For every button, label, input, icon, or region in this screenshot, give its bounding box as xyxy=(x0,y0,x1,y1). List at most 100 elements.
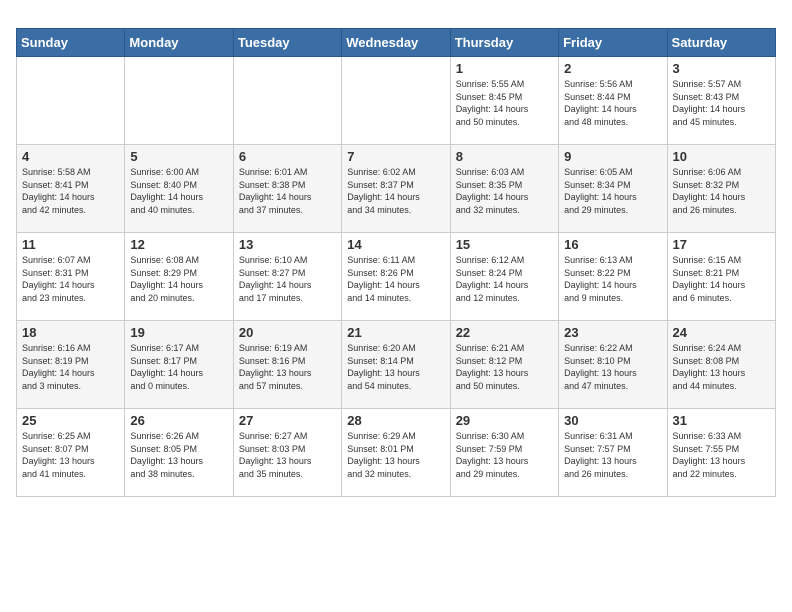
day-detail: Sunrise: 6:00 AM Sunset: 8:40 PM Dayligh… xyxy=(130,166,227,216)
calendar-cell: 3 Sunrise: 5:57 AM Sunset: 8:43 PM Daylig… xyxy=(667,57,775,145)
day-detail: Sunrise: 6:29 AM Sunset: 8:01 PM Dayligh… xyxy=(347,430,444,480)
day-number: 18 xyxy=(22,325,119,340)
calendar-cell: 24 Sunrise: 6:24 AM Sunset: 8:08 PM Dayli… xyxy=(667,321,775,409)
calendar-cell: 16 Sunrise: 6:13 AM Sunset: 8:22 PM Dayli… xyxy=(559,233,667,321)
calendar-cell: 12Sunrise: 6:08 AM Sunset: 8:29 PM Dayli… xyxy=(125,233,233,321)
day-detail: Sunrise: 6:03 AM Sunset: 8:35 PM Dayligh… xyxy=(456,166,553,216)
calendar-cell: 2 Sunrise: 5:56 AM Sunset: 8:44 PM Daylig… xyxy=(559,57,667,145)
day-detail: Sunrise: 6:07 AM Sunset: 8:31 PM Dayligh… xyxy=(22,254,119,304)
day-number: 9 xyxy=(564,149,661,164)
day-detail: Sunrise: 6:22 AM Sunset: 8:10 PM Dayligh… xyxy=(564,342,661,392)
calendar-week-row: 18 Sunrise: 6:16 AM Sunset: 8:19 PM Dayli… xyxy=(17,321,776,409)
day-number: 27 xyxy=(239,413,336,428)
day-detail: Sunrise: 6:10 AM Sunset: 8:27 PM Dayligh… xyxy=(239,254,336,304)
day-detail: Sunrise: 6:11 AM Sunset: 8:26 PM Dayligh… xyxy=(347,254,444,304)
day-detail: Sunrise: 6:12 AM Sunset: 8:24 PM Dayligh… xyxy=(456,254,553,304)
calendar-cell: 18 Sunrise: 6:16 AM Sunset: 8:19 PM Dayli… xyxy=(17,321,125,409)
calendar-cell: 20 Sunrise: 6:19 AM Sunset: 8:16 PM Dayli… xyxy=(233,321,341,409)
day-number: 20 xyxy=(239,325,336,340)
day-detail: Sunrise: 6:17 AM Sunset: 8:17 PM Dayligh… xyxy=(130,342,227,392)
weekday-header-saturday: Saturday xyxy=(667,29,775,57)
day-detail: Sunrise: 6:33 AM Sunset: 7:55 PM Dayligh… xyxy=(673,430,770,480)
day-detail: Sunrise: 6:15 AM Sunset: 8:21 PM Dayligh… xyxy=(673,254,770,304)
calendar-cell: 22 Sunrise: 6:21 AM Sunset: 8:12 PM Dayli… xyxy=(450,321,558,409)
day-number: 15 xyxy=(456,237,553,252)
weekday-header-sunday: Sunday xyxy=(17,29,125,57)
day-detail: Sunrise: 5:55 AM Sunset: 8:45 PM Dayligh… xyxy=(456,78,553,128)
day-detail: Sunrise: 6:21 AM Sunset: 8:12 PM Dayligh… xyxy=(456,342,553,392)
day-detail: Sunrise: 6:26 AM Sunset: 8:05 PM Dayligh… xyxy=(130,430,227,480)
day-number: 2 xyxy=(564,61,661,76)
day-detail: Sunrise: 6:20 AM Sunset: 8:14 PM Dayligh… xyxy=(347,342,444,392)
day-number: 8 xyxy=(456,149,553,164)
calendar-cell: 6Sunrise: 6:01 AM Sunset: 8:38 PM Daylig… xyxy=(233,145,341,233)
calendar-cell: 31 Sunrise: 6:33 AM Sunset: 7:55 PM Dayli… xyxy=(667,409,775,497)
day-number: 23 xyxy=(564,325,661,340)
calendar-cell: 5 Sunrise: 6:00 AM Sunset: 8:40 PM Daylig… xyxy=(125,145,233,233)
weekday-header-monday: Monday xyxy=(125,29,233,57)
day-number: 17 xyxy=(673,237,770,252)
day-detail: Sunrise: 6:05 AM Sunset: 8:34 PM Dayligh… xyxy=(564,166,661,216)
day-detail: Sunrise: 6:31 AM Sunset: 7:57 PM Dayligh… xyxy=(564,430,661,480)
calendar-table: SundayMondayTuesdayWednesdayThursdayFrid… xyxy=(16,28,776,497)
calendar-cell: 25 Sunrise: 6:25 AM Sunset: 8:07 PM Dayli… xyxy=(17,409,125,497)
calendar-cell: 14 Sunrise: 6:11 AM Sunset: 8:26 PM Dayli… xyxy=(342,233,450,321)
day-detail: Sunrise: 6:16 AM Sunset: 8:19 PM Dayligh… xyxy=(22,342,119,392)
day-detail: Sunrise: 6:25 AM Sunset: 8:07 PM Dayligh… xyxy=(22,430,119,480)
day-detail: Sunrise: 6:27 AM Sunset: 8:03 PM Dayligh… xyxy=(239,430,336,480)
day-number: 16 xyxy=(564,237,661,252)
calendar-cell: 15 Sunrise: 6:12 AM Sunset: 8:24 PM Dayli… xyxy=(450,233,558,321)
day-detail: Sunrise: 6:08 AM Sunset: 8:29 PM Dayligh… xyxy=(130,254,227,304)
weekday-header-friday: Friday xyxy=(559,29,667,57)
day-number: 1 xyxy=(456,61,553,76)
header-row: SundayMondayTuesdayWednesdayThursdayFrid… xyxy=(17,29,776,57)
weekday-header-tuesday: Tuesday xyxy=(233,29,341,57)
calendar-cell xyxy=(125,57,233,145)
day-detail: Sunrise: 6:30 AM Sunset: 7:59 PM Dayligh… xyxy=(456,430,553,480)
calendar-cell: 10 Sunrise: 6:06 AM Sunset: 8:32 PM Dayli… xyxy=(667,145,775,233)
calendar-cell: 7 Sunrise: 6:02 AM Sunset: 8:37 PM Daylig… xyxy=(342,145,450,233)
day-number: 22 xyxy=(456,325,553,340)
day-number: 30 xyxy=(564,413,661,428)
day-number: 3 xyxy=(673,61,770,76)
calendar-week-row: 4 Sunrise: 5:58 AM Sunset: 8:41 PM Daylig… xyxy=(17,145,776,233)
day-number: 14 xyxy=(347,237,444,252)
calendar-cell: 28Sunrise: 6:29 AM Sunset: 8:01 PM Dayli… xyxy=(342,409,450,497)
day-detail: Sunrise: 6:02 AM Sunset: 8:37 PM Dayligh… xyxy=(347,166,444,216)
day-number: 26 xyxy=(130,413,227,428)
calendar-week-row: 25 Sunrise: 6:25 AM Sunset: 8:07 PM Dayli… xyxy=(17,409,776,497)
calendar-cell: 4 Sunrise: 5:58 AM Sunset: 8:41 PM Daylig… xyxy=(17,145,125,233)
calendar-cell xyxy=(342,57,450,145)
calendar-cell: 30 Sunrise: 6:31 AM Sunset: 7:57 PM Dayli… xyxy=(559,409,667,497)
day-number: 5 xyxy=(130,149,227,164)
calendar-cell: 13 Sunrise: 6:10 AM Sunset: 8:27 PM Dayli… xyxy=(233,233,341,321)
day-number: 24 xyxy=(673,325,770,340)
calendar-cell: 17 Sunrise: 6:15 AM Sunset: 8:21 PM Dayli… xyxy=(667,233,775,321)
day-number: 31 xyxy=(673,413,770,428)
day-detail: Sunrise: 6:06 AM Sunset: 8:32 PM Dayligh… xyxy=(673,166,770,216)
day-number: 13 xyxy=(239,237,336,252)
calendar-cell: 21 Sunrise: 6:20 AM Sunset: 8:14 PM Dayli… xyxy=(342,321,450,409)
calendar-cell: 27 Sunrise: 6:27 AM Sunset: 8:03 PM Dayli… xyxy=(233,409,341,497)
day-number: 7 xyxy=(347,149,444,164)
day-number: 21 xyxy=(347,325,444,340)
calendar-cell: 23 Sunrise: 6:22 AM Sunset: 8:10 PM Dayli… xyxy=(559,321,667,409)
day-detail: Sunrise: 6:19 AM Sunset: 8:16 PM Dayligh… xyxy=(239,342,336,392)
day-detail: Sunrise: 5:56 AM Sunset: 8:44 PM Dayligh… xyxy=(564,78,661,128)
day-detail: Sunrise: 5:58 AM Sunset: 8:41 PM Dayligh… xyxy=(22,166,119,216)
day-detail: Sunrise: 5:57 AM Sunset: 8:43 PM Dayligh… xyxy=(673,78,770,128)
day-number: 4 xyxy=(22,149,119,164)
day-number: 6 xyxy=(239,149,336,164)
calendar-week-row: 1 Sunrise: 5:55 AM Sunset: 8:45 PM Daylig… xyxy=(17,57,776,145)
calendar-cell: 29Sunrise: 6:30 AM Sunset: 7:59 PM Dayli… xyxy=(450,409,558,497)
day-detail: Sunrise: 6:13 AM Sunset: 8:22 PM Dayligh… xyxy=(564,254,661,304)
calendar-cell: 19Sunrise: 6:17 AM Sunset: 8:17 PM Dayli… xyxy=(125,321,233,409)
day-number: 10 xyxy=(673,149,770,164)
calendar-week-row: 11 Sunrise: 6:07 AM Sunset: 8:31 PM Dayli… xyxy=(17,233,776,321)
calendar-cell: 26 Sunrise: 6:26 AM Sunset: 8:05 PM Dayli… xyxy=(125,409,233,497)
day-number: 25 xyxy=(22,413,119,428)
day-number: 11 xyxy=(22,237,119,252)
day-detail: Sunrise: 6:24 AM Sunset: 8:08 PM Dayligh… xyxy=(673,342,770,392)
calendar-cell: 9 Sunrise: 6:05 AM Sunset: 8:34 PM Daylig… xyxy=(559,145,667,233)
calendar-cell xyxy=(17,57,125,145)
